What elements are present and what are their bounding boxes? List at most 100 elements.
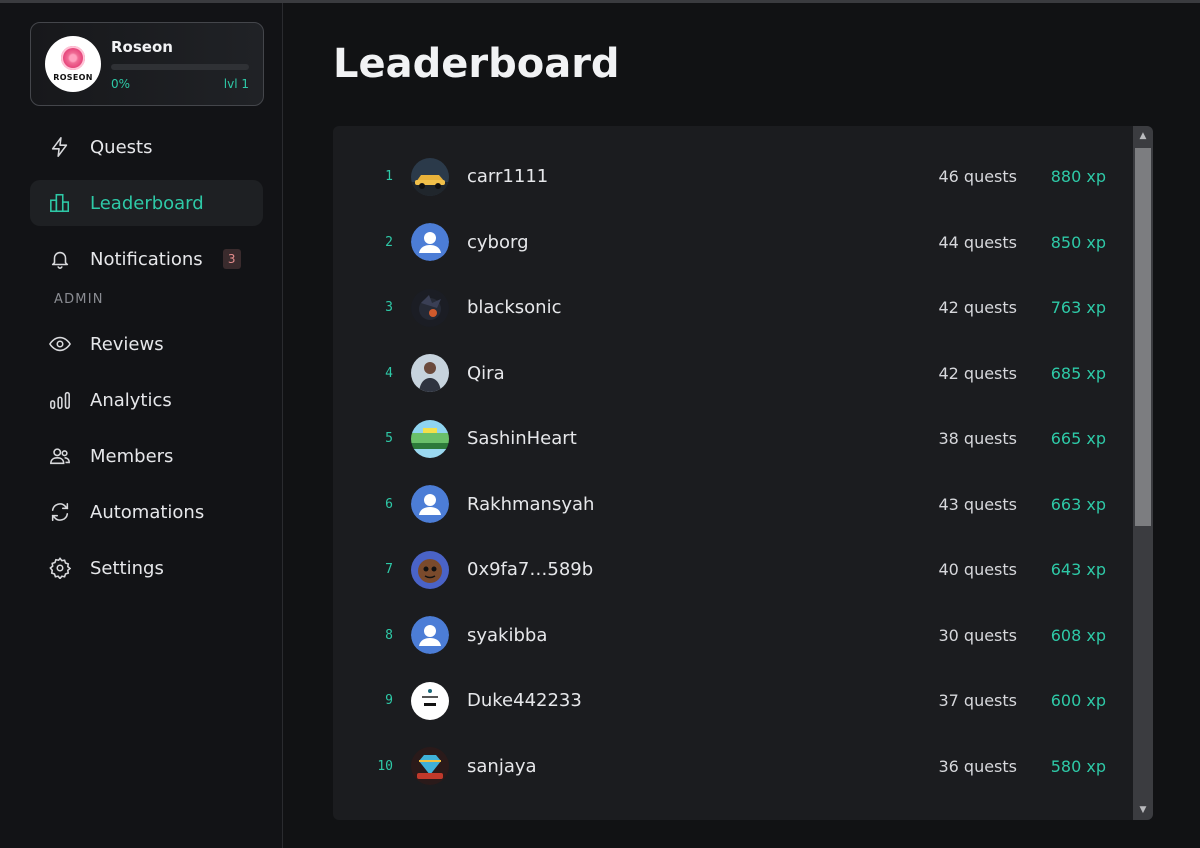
rank-number: 6 [385,496,393,512]
scroll-up-arrow-icon[interactable]: ▲ [1133,126,1153,146]
quest-count: 46 quests [938,167,1017,186]
sidebar-item-members[interactable]: Members [30,433,263,479]
user-avatar [411,550,449,589]
profile-card[interactable]: ROSEON Roseon 0% lvl 1 [30,22,264,106]
xp-value: 643 xp [1050,560,1106,579]
sidebar-item-reviews[interactable]: Reviews [30,321,263,367]
quest-count: 38 quests [938,429,1017,448]
default-user-icon [411,485,449,523]
user-avatar [411,288,449,327]
rank-number: 5 [385,431,393,446]
xp-value: 663 xp [1050,494,1106,514]
scroll-thumb[interactable] [1135,148,1151,526]
quest-count: 36 quests [938,756,1017,776]
xp-value: 880 xp [1050,167,1106,186]
quest-count: 44 quests [938,232,1017,252]
xp-value: 685 xp [1050,363,1106,383]
leaderboard-row[interactable]: 1 carr1111 46 quests 880 xp [333,144,1133,209]
sidebar-item-settings[interactable]: Settings [30,545,263,591]
sidebar-item-label: Analytics [90,389,172,411]
xp-value: 665 xp [1050,429,1106,448]
xp-value: 608 xp [1050,625,1106,645]
rank-number: 3 [385,300,393,315]
users-icon [48,444,72,468]
quest-count: 43 quests [938,494,1017,514]
profile-name: Roseon [111,37,173,56]
default-user-icon [411,223,449,261]
sidebar-item-notifications[interactable]: Notifications 3 [30,236,263,282]
leaderboard-row[interactable]: 3 blacksonic 42 quests 763 xp [333,275,1133,340]
leaderboard-row[interactable]: 7 0x9fa7…589b 40 quests 643 xp [333,537,1133,602]
leaderboard-row[interactable]: 4 Qira 42 quests 685 xp [333,341,1133,406]
bell-icon [48,247,72,271]
leaderboard-row[interactable]: 8 syakibba 30 quests 608 xp [333,603,1133,668]
user-name: sanjaya [467,755,537,777]
sidebar-item-label: Members [90,445,174,467]
quest-count: 30 quests [938,625,1017,645]
user-name: Qira [467,362,505,384]
bar-chart-icon [48,191,72,215]
xp-progress-bar [111,63,249,70]
xp-value: 600 xp [1050,691,1106,710]
project-logo: ROSEON [45,36,101,92]
rank-number: 8 [385,627,393,643]
user-name: 0x9fa7…589b [467,559,594,580]
sidebar-item-label: Automations [90,501,205,523]
user-name: cyborg [467,231,529,253]
user-name: blacksonic [467,297,562,318]
quest-count: 40 quests [938,560,1017,579]
xp-value: 580 xp [1050,756,1106,776]
rank-number: 9 [385,693,393,708]
sidebar-item-label: Quests [90,136,153,158]
rank-number: 2 [385,234,393,250]
notification-count-badge: 3 [222,249,241,269]
sidebar-item-analytics[interactable]: Analytics [30,377,263,423]
user-avatar [411,419,449,458]
page-title: Leaderboard [333,41,620,87]
leaderboard-row[interactable]: 10 sanjaya 36 quests 580 xp [333,734,1133,799]
logo-text: ROSEON [53,73,93,82]
rank-number: 1 [385,169,393,184]
profile-info: Roseon 0% lvl 1 [111,38,249,91]
admin-section-label: ADMIN [54,292,104,307]
scrollbar[interactable]: ▲ ▼ [1133,126,1153,820]
sidebar-item-leaderboard[interactable]: Leaderboard [30,180,263,226]
sidebar-item-automations[interactable]: Automations [30,489,263,535]
sidebar: ROSEON Roseon 0% lvl 1 Quests Leaderboar… [0,3,283,848]
flower-icon [61,46,85,70]
leaderboard-list[interactable]: 10 sanjaya 36 quests 580 xp 9 Duke442233 37 qu… [333,126,1153,820]
rank-number: 4 [385,365,393,381]
xp-value: 763 xp [1050,298,1106,317]
rank-number: 7 [385,562,393,577]
sidebar-item-label: Notifications [90,248,203,270]
analytics-icon [48,388,72,412]
scroll-down-arrow-icon[interactable]: ▼ [1133,800,1153,820]
user-name: Duke442233 [467,690,582,711]
user-avatar [411,157,449,196]
user-avatar [411,681,449,720]
leaderboard-row[interactable]: 5 SashinHeart 38 quests 665 xp [333,406,1133,471]
user-name: SashinHeart [467,428,577,449]
sidebar-item-label: Leaderboard [90,192,204,214]
user-name: Rakhmansyah [467,493,595,515]
rank-number: 10 [377,758,393,774]
profile-meta: 0% lvl 1 [111,77,249,91]
leaderboard-row[interactable]: 6 Rakhmansyah 43 quests 663 xp [333,472,1133,537]
leaderboard-row[interactable]: 9 Duke442233 37 quests 600 xp [333,668,1133,733]
level-label: lvl 1 [223,76,249,91]
sidebar-nav: Quests Leaderboard Notifications 3 ADMIN [30,124,263,591]
gear-icon [48,556,72,580]
quest-count: 42 quests [938,363,1017,383]
default-user-icon [411,616,449,654]
xp-value: 850 xp [1050,232,1106,252]
sidebar-item-label: Reviews [90,333,164,355]
eye-icon [48,332,72,356]
user-avatar [411,354,449,392]
leaderboard-row[interactable]: 2 cyborg 44 quests 850 xp [333,210,1133,275]
quest-count: 42 quests [938,298,1017,317]
user-name: carr1111 [467,166,549,187]
user-avatar [411,747,449,785]
sidebar-item-label: Settings [90,557,164,579]
quest-count: 37 quests [938,691,1017,710]
sidebar-item-quests[interactable]: Quests [30,124,263,170]
